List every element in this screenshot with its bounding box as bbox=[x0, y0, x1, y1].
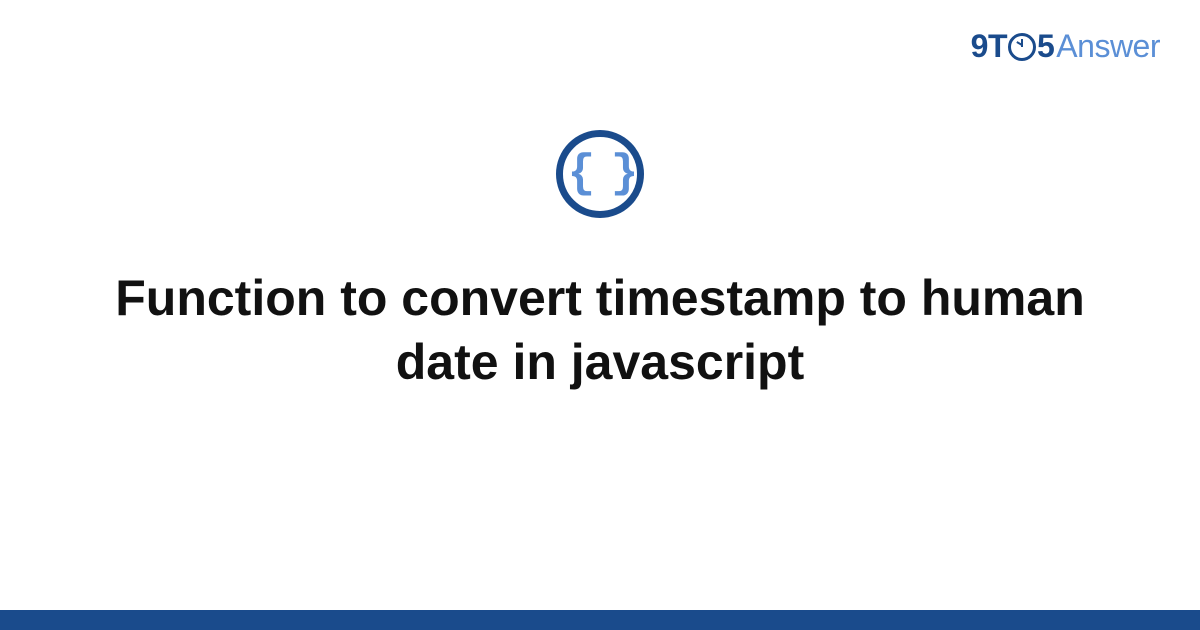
site-logo: 9T 5 Answer bbox=[971, 28, 1160, 65]
topic-icon-circle: { } bbox=[556, 130, 644, 218]
logo-text-9t: 9T bbox=[971, 28, 1007, 65]
main-content: { } Function to convert timestamp to hum… bbox=[0, 130, 1200, 394]
logo-text-answer: Answer bbox=[1056, 28, 1160, 65]
logo-text-5: 5 bbox=[1037, 28, 1054, 65]
clock-icon bbox=[1008, 33, 1036, 61]
page-title: Function to convert timestamp to human d… bbox=[110, 266, 1090, 394]
footer-accent-bar bbox=[0, 610, 1200, 630]
code-braces-icon: { } bbox=[568, 151, 633, 197]
